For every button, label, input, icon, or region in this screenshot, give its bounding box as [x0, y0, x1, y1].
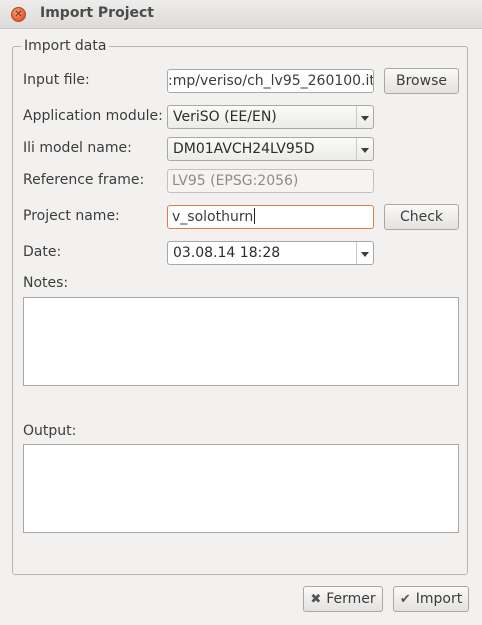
close-button-label: Fermer: [326, 591, 376, 607]
import-button-label: Import: [415, 591, 463, 607]
browse-button[interactable]: Browse: [384, 68, 459, 94]
ili-model-name-value: DM01AVCH24LV95D: [173, 141, 315, 157]
text-cursor: [254, 208, 256, 224]
ili-model-name-select[interactable]: DM01AVCH24LV95D: [167, 137, 374, 161]
date-label: Date:: [23, 244, 62, 260]
output-textarea[interactable]: [23, 444, 459, 533]
date-value: 03.08.14 18:28: [173, 245, 281, 261]
date-select[interactable]: 03.08.14 18:28: [167, 241, 374, 265]
input-file-label: Input file:: [23, 72, 90, 88]
application-module-value: VeriSO (EE/EN): [173, 109, 277, 125]
close-icon: ✖: [310, 592, 322, 607]
import-button[interactable]: ✔ Import: [393, 586, 469, 612]
project-name-label: Project name:: [23, 208, 120, 224]
close-button[interactable]: ✖ Fermer: [303, 586, 383, 612]
application-module-label: Application module:: [23, 108, 163, 124]
title-bar: ✕ Import Project: [0, 0, 482, 29]
output-label: Output:: [23, 423, 77, 439]
application-module-select[interactable]: VeriSO (EE/EN): [167, 105, 374, 129]
notes-textarea[interactable]: [23, 297, 459, 386]
dropdown-arrow-icon: [356, 138, 373, 160]
dropdown-arrow-icon[interactable]: [356, 242, 373, 264]
check-button[interactable]: Check: [384, 204, 459, 230]
window-title: Import Project: [40, 5, 154, 21]
reference-frame-label: Reference frame:: [23, 172, 145, 188]
ili-model-name-label: Ili model name:: [23, 140, 132, 156]
dropdown-arrow-icon: [356, 106, 373, 128]
notes-label: Notes:: [23, 275, 69, 291]
group-title: Import data: [21, 38, 110, 54]
project-name-value: v_solothurn: [172, 209, 254, 225]
input-file-field[interactable]: :mp/veriso/ch_lv95_260100.itf: [167, 69, 374, 93]
close-window-icon[interactable]: ✕: [11, 7, 26, 22]
reference-frame-field: LV95 (EPSG:2056): [167, 169, 374, 193]
checkmark-icon: ✔: [399, 592, 411, 607]
project-name-input[interactable]: v_solothurn: [167, 205, 374, 229]
